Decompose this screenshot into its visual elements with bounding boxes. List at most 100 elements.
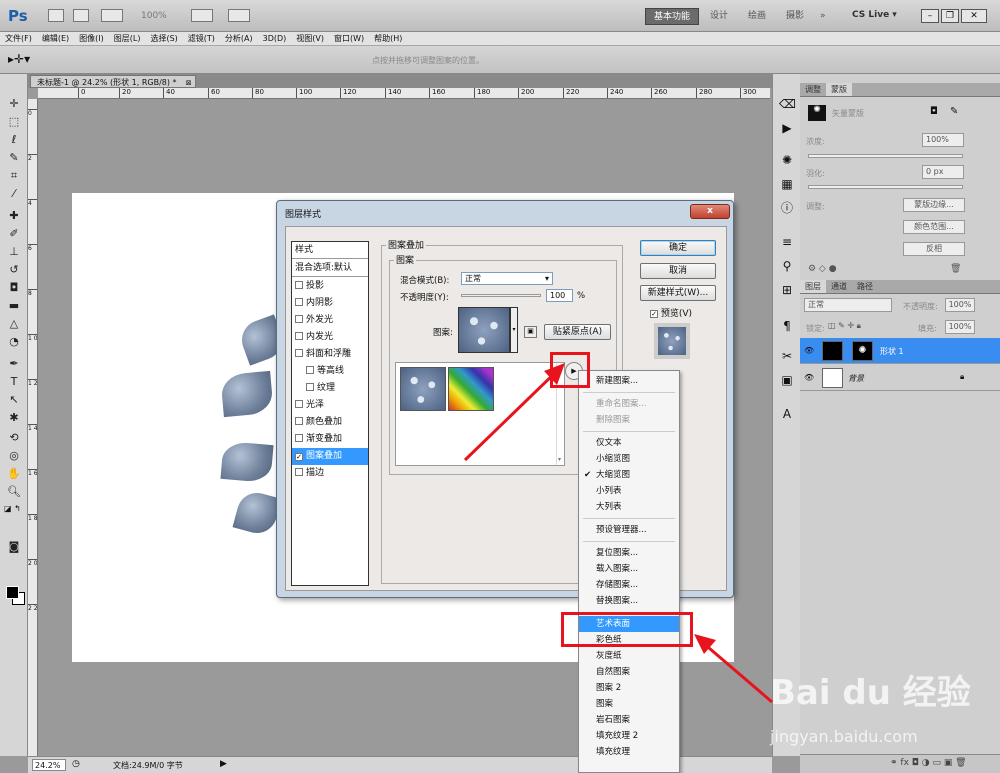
- vector-mask-icon[interactable]: ✎: [950, 106, 958, 117]
- feather-slider[interactable]: [808, 185, 963, 189]
- preview-toggle[interactable]: ✓ 预览(V): [650, 306, 692, 319]
- context-menu-item[interactable]: 仅文本: [579, 435, 679, 451]
- style-outer-glow[interactable]: 外发光: [292, 312, 368, 329]
- style-drop-shadow[interactable]: 投影: [292, 278, 368, 295]
- context-menu-item[interactable]: 大列表: [579, 499, 679, 515]
- checkbox[interactable]: [295, 281, 303, 289]
- layer-name[interactable]: 背景: [848, 373, 864, 384]
- brush-presets-icon[interactable]: ⊞: [779, 282, 795, 298]
- lock-icons[interactable]: ◫ ✎ ✛ 🔒︎: [828, 321, 861, 331]
- cancel-button[interactable]: 取消: [640, 263, 716, 279]
- menu-3d[interactable]: 3D(D): [258, 32, 292, 46]
- styles-header[interactable]: 样式: [292, 242, 368, 259]
- lasso-tool-icon[interactable]: ℓ: [6, 132, 22, 147]
- status-icon[interactable]: ◷: [72, 759, 80, 769]
- mask-actions-icons[interactable]: ⚙ ◇ ●: [808, 264, 837, 274]
- type-tool-icon[interactable]: T: [6, 374, 22, 389]
- menu-help[interactable]: 帮助(H): [369, 32, 407, 46]
- quick-select-tool-icon[interactable]: ✎: [6, 150, 22, 165]
- 3d-orbit-tool-icon[interactable]: ◎: [6, 448, 22, 463]
- style-satin[interactable]: 光泽: [292, 397, 368, 414]
- context-menu-item[interactable]: 小缩览图: [579, 451, 679, 467]
- color-icon[interactable]: ✺: [779, 152, 795, 168]
- style-texture[interactable]: 纹理: [292, 380, 368, 397]
- character-icon[interactable]: A: [779, 406, 795, 422]
- blending-options[interactable]: 混合选项:默认: [292, 260, 368, 277]
- eyedropper-tool-icon[interactable]: ⁄: [6, 186, 22, 201]
- menu-window[interactable]: 窗口(W): [329, 32, 369, 46]
- style-contour[interactable]: 等高线: [292, 363, 368, 380]
- healing-tool-icon[interactable]: ✚: [6, 208, 22, 223]
- style-color-overlay[interactable]: 颜色叠加: [292, 414, 368, 431]
- fill-field[interactable]: 100%: [945, 320, 975, 334]
- close-icon[interactable]: ✕: [961, 9, 987, 23]
- arrange-documents-icon[interactable]: [191, 9, 213, 22]
- menu-layer[interactable]: 图层(L): [109, 32, 146, 46]
- feather-field[interactable]: 0 px: [922, 165, 964, 179]
- context-menu-item[interactable]: 替换图案...: [579, 593, 679, 609]
- delete-mask-icon[interactable]: 🗑︎: [950, 264, 961, 274]
- minimize-icon[interactable]: –: [921, 9, 939, 23]
- marquee-tool-icon[interactable]: ⬚: [6, 114, 22, 129]
- style-bevel-emboss[interactable]: 斜面和浮雕: [292, 346, 368, 363]
- info-icon[interactable]: ⓘ: [779, 200, 795, 216]
- zoom-level[interactable]: 100%: [141, 11, 167, 21]
- cs-live-button[interactable]: CS Live ▾: [852, 10, 897, 20]
- tab-masks[interactable]: 蒙版: [826, 83, 852, 96]
- eye-icon[interactable]: 👁︎: [804, 346, 814, 355]
- blur-tool-icon[interactable]: △: [6, 316, 22, 331]
- hand-tool-icon[interactable]: ✋: [6, 466, 22, 481]
- move-tool-icon[interactable]: ✛: [6, 96, 22, 111]
- blend-mode-dropdown[interactable]: 正常 ▾: [461, 272, 553, 285]
- context-menu-item[interactable]: 预设管理器...: [579, 522, 679, 538]
- new-style-button[interactable]: 新建样式(W)...: [640, 285, 716, 301]
- checkbox[interactable]: [306, 366, 314, 374]
- style-inner-glow[interactable]: 内发光: [292, 329, 368, 346]
- checkbox[interactable]: [295, 468, 303, 476]
- checkbox[interactable]: [295, 349, 303, 357]
- density-field[interactable]: 100%: [922, 133, 964, 147]
- context-menu-item[interactable]: 自然图案: [579, 664, 679, 680]
- dodge-tool-icon[interactable]: ◔: [6, 334, 22, 349]
- menu-filter[interactable]: 滤镜(T): [183, 32, 220, 46]
- checkbox[interactable]: [295, 400, 303, 408]
- paragraph-icon[interactable]: ¶: [779, 318, 795, 334]
- density-slider[interactable]: [808, 154, 963, 158]
- menu-file[interactable]: 文件(F): [0, 32, 37, 46]
- checkbox[interactable]: [295, 298, 303, 306]
- swatches-icon[interactable]: ▦: [779, 176, 795, 192]
- context-menu-item[interactable]: 复位图案...: [579, 545, 679, 561]
- context-menu-item[interactable]: 图案 2: [579, 680, 679, 696]
- context-menu-item[interactable]: 新建图案...: [579, 373, 679, 389]
- context-menu-item[interactable]: 图案: [579, 696, 679, 712]
- new-preset-icon[interactable]: ▣: [524, 326, 537, 338]
- checkbox[interactable]: [295, 417, 303, 425]
- workspace-photography[interactable]: 摄影: [778, 8, 812, 25]
- dialog-close-button[interactable]: x: [690, 204, 730, 219]
- color-range-button[interactable]: 颜色范围...: [903, 220, 965, 234]
- shape-tool-icon[interactable]: ✱: [6, 410, 22, 425]
- status-menu-arrow-icon[interactable]: ▶: [220, 759, 227, 769]
- eraser-tool-icon[interactable]: ◘: [6, 280, 22, 295]
- layer-comps-icon[interactable]: ▣: [779, 372, 795, 388]
- more-workspaces-button[interactable]: »: [812, 8, 834, 25]
- tab-channels[interactable]: 通道: [826, 280, 852, 293]
- path-select-tool-icon[interactable]: ↖: [6, 392, 22, 407]
- blend-mode-select[interactable]: 正常: [804, 298, 892, 312]
- move-tool-preset-icon[interactable]: ▸✛▾: [8, 52, 30, 66]
- context-menu-item[interactable]: 存储图案...: [579, 577, 679, 593]
- 3d-rotate-tool-icon[interactable]: ⟲: [6, 430, 22, 445]
- opacity-field[interactable]: 100: [546, 289, 573, 302]
- crop-tool-icon[interactable]: ⌗: [6, 168, 22, 183]
- mask-edge-button[interactable]: 蒙版边缘...: [903, 198, 965, 212]
- brush-tool-icon[interactable]: ✐: [6, 226, 22, 241]
- opacity-field[interactable]: 100%: [945, 298, 975, 312]
- snap-to-origin-button[interactable]: 贴紧原点(A): [544, 324, 611, 340]
- history-icon[interactable]: ⌫: [779, 96, 796, 112]
- view-extras-icon[interactable]: [101, 9, 123, 22]
- context-menu-item[interactable]: 填充纹理: [579, 744, 679, 760]
- invert-button[interactable]: 反相: [903, 242, 965, 256]
- layer-footer-icons[interactable]: ⚭ fx ◘ ◑ ▭ ▣ 🗑︎: [890, 758, 967, 768]
- style-stroke[interactable]: 描边: [292, 465, 368, 482]
- actions-icon[interactable]: ▶: [779, 120, 795, 136]
